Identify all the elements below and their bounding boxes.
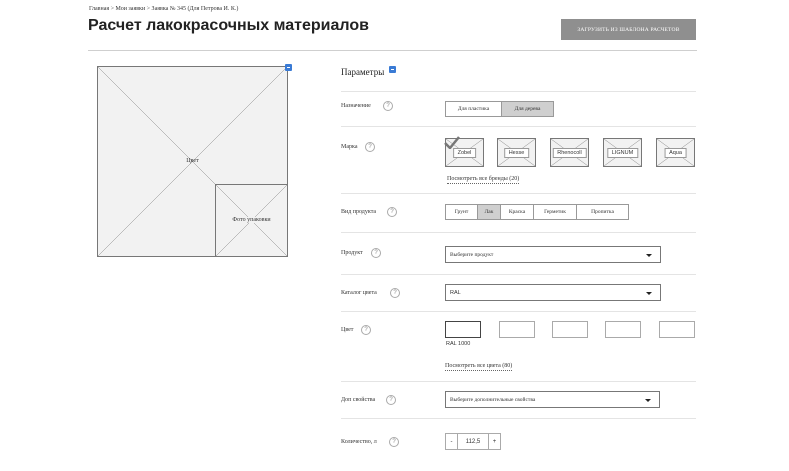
color-label: Цвет [341, 327, 354, 333]
all-brands-link[interactable]: Посмотреть все бренды (20) [447, 176, 520, 184]
color-swatch-selected[interactable] [445, 321, 481, 338]
extra-row-label: Доп свойства ? [341, 395, 396, 405]
brand-card-lignum[interactable]: LIGNUM [603, 138, 642, 167]
color-swatch[interactable] [499, 321, 535, 338]
color-catalog-row-label: Каталог цвета ? [341, 288, 400, 298]
brand-card-rhenocoll[interactable]: Rhenocoll [550, 138, 589, 167]
color-catalog-select-value: RAL [450, 289, 461, 296]
package-photo-placeholder: Фото упаковки [215, 184, 288, 257]
page-title: Расчет лакокрасочных материалов [88, 17, 369, 34]
purpose-option-plastic[interactable]: Для пластика [446, 102, 502, 116]
row-divider [341, 418, 696, 419]
purpose-toggle: Для пластика Для дерева [445, 101, 554, 117]
purpose-option-wood[interactable]: Для дерева [502, 102, 553, 116]
selected-color-caption: RAL 1000 [446, 341, 471, 347]
brand-name: Aqua [664, 147, 687, 158]
row-divider [341, 311, 696, 312]
row-divider [341, 274, 696, 275]
help-icon[interactable]: ? [361, 325, 371, 335]
chevron-down-icon [645, 399, 651, 402]
quantity-input[interactable]: 112,5 [458, 434, 488, 449]
parameters-title: Параметры [341, 67, 385, 77]
product-label: Продукт [341, 250, 363, 256]
checkmark-icon [444, 136, 460, 149]
brand-card-aqua[interactable]: Aqua [656, 138, 695, 167]
row-divider [341, 232, 696, 233]
extra-properties-select[interactable]: Выберите дополнительные свойства [445, 391, 660, 408]
product-select[interactable]: Выберите продукт [445, 246, 661, 263]
product-type-option-paint[interactable]: Краска [501, 205, 534, 219]
brand-name: Rhenocoll [552, 147, 587, 158]
product-type-option-primer[interactable]: Грунт [446, 205, 478, 219]
quantity-increment-button[interactable]: + [488, 434, 500, 449]
color-swatch[interactable] [659, 321, 695, 338]
edit-parameters-icon[interactable] [389, 66, 396, 73]
help-icon[interactable]: ? [365, 142, 375, 152]
purpose-label: Назначение [341, 103, 371, 109]
product-type-option-lacquer[interactable]: Лак [478, 205, 501, 219]
brand-label: Марка [341, 144, 358, 150]
brand-card-hesse[interactable]: Hesse [497, 138, 536, 167]
product-type-option-impregnation[interactable]: Пропитка [577, 205, 628, 219]
extra-properties-select-value: Выберите дополнительные свойства [450, 396, 536, 403]
help-icon[interactable]: ? [390, 288, 400, 298]
quantity-label: Количество, л [341, 439, 377, 445]
color-catalog-select[interactable]: RAL [445, 284, 661, 301]
load-template-button[interactable]: ЗАГРУЗИТЬ ИЗ ШАБЛОНА РАСЧЕТОВ [561, 19, 696, 40]
brand-name: Zobel [452, 147, 477, 158]
chevron-down-icon [646, 254, 652, 257]
color-catalog-label: Каталог цвета [341, 290, 377, 296]
edit-image-icon[interactable] [285, 64, 292, 71]
row-divider [341, 126, 696, 127]
brand-row-label: Марка ? [341, 142, 375, 152]
product-type-row-label: Вид продукта ? [341, 207, 397, 217]
help-icon[interactable]: ? [383, 101, 393, 111]
help-icon[interactable]: ? [389, 437, 399, 447]
help-icon[interactable]: ? [371, 248, 381, 258]
product-select-value: Выберите продукт [450, 251, 494, 258]
row-divider [341, 381, 696, 382]
help-icon[interactable]: ? [387, 207, 397, 217]
chevron-down-icon [646, 292, 652, 295]
row-divider [341, 193, 696, 194]
purpose-row-label: Назначение ? [341, 101, 393, 111]
product-type-option-sealant[interactable]: Герметик [534, 205, 577, 219]
quantity-stepper: - 112,5 + [445, 433, 501, 450]
brand-name: LIGNUM [606, 147, 639, 158]
product-row-label: Продукт ? [341, 248, 381, 258]
product-image-label: Цвет [186, 158, 199, 164]
product-type-label: Вид продукта [341, 209, 377, 215]
all-colors-link[interactable]: Посмотреть все цвета (80) [445, 363, 513, 371]
quantity-row-label: Количество, л ? [341, 437, 399, 447]
extra-label: Доп свойства [341, 397, 376, 403]
package-photo-label: Фото упаковки [216, 217, 287, 223]
product-type-toggle: Грунт Лак Краска Герметик Пропитка [445, 204, 629, 220]
color-swatch[interactable] [605, 321, 641, 338]
title-divider [88, 50, 697, 51]
quantity-decrement-button[interactable]: - [446, 434, 458, 449]
color-row-label: Цвет ? [341, 325, 371, 335]
brand-name: Hesse [503, 147, 530, 158]
breadcrumb[interactable]: Главная > Мои заявки > Заявка № 345 (Для… [89, 6, 238, 12]
color-swatch[interactable] [552, 321, 588, 338]
help-icon[interactable]: ? [386, 395, 396, 405]
row-divider [341, 91, 696, 92]
